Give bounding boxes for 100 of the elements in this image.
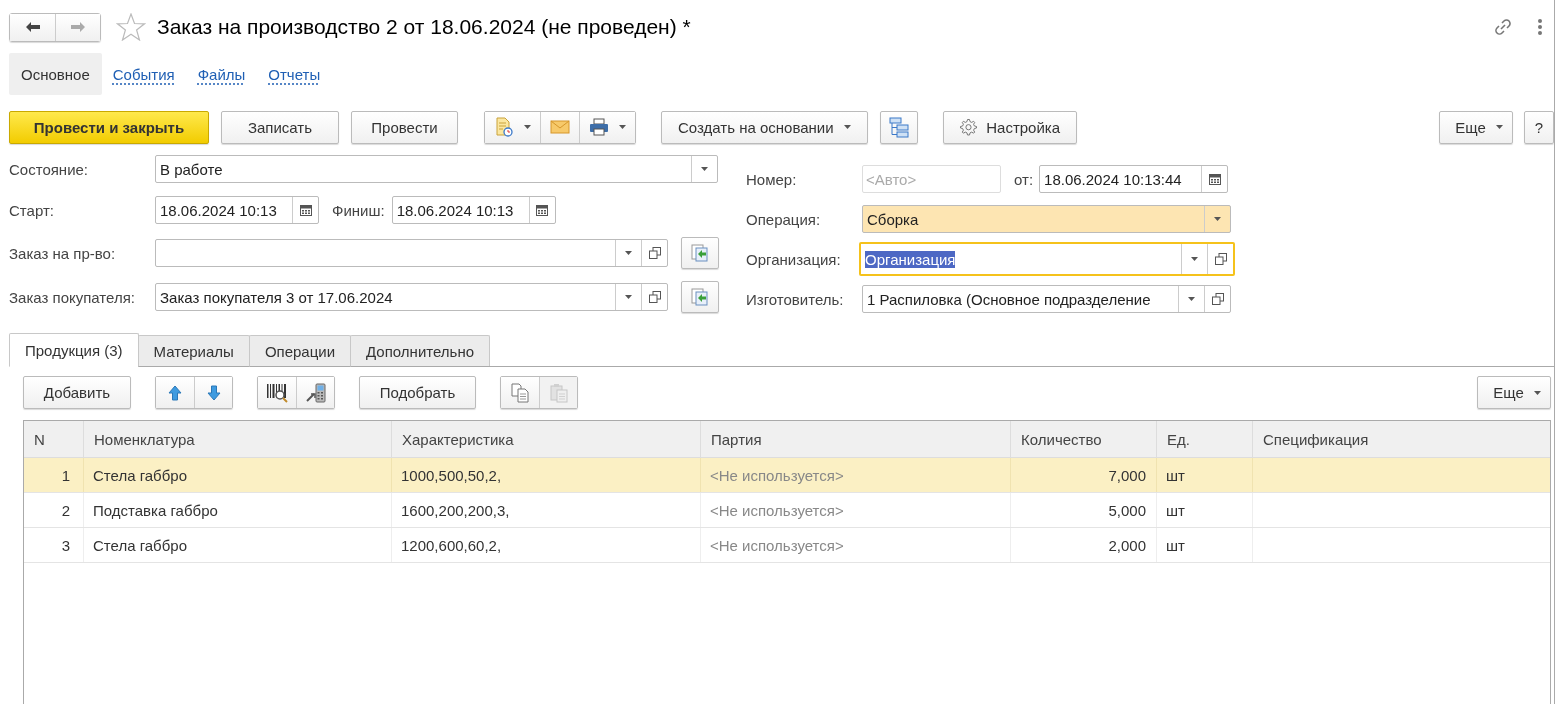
table-cell: 1200,600,60,2, [392,528,701,562]
envelope-icon [550,119,570,135]
back-arrow-icon [24,21,41,33]
caret-icon [843,125,851,129]
organization-select[interactable]: Организация [859,242,1235,276]
table-cell: 7,000 [1011,458,1157,492]
caret-icon [1191,257,1198,261]
tab[interactable]: Продукция (3) [9,333,139,367]
save-button[interactable]: Записать [221,110,339,144]
paste-icon [548,382,569,403]
section-link[interactable]: Основное [9,53,102,95]
calendar-icon [299,204,312,216]
fill-button[interactable] [681,281,719,313]
up-arrow-icon [168,384,182,401]
section-link[interactable]: Файлы [185,53,258,95]
document-clock-icon [494,117,514,137]
table-cell: 1000,500,50,2, [392,458,701,492]
caret-icon [1495,125,1503,129]
back-button[interactable] [10,13,55,41]
date-field[interactable]: 18.06.2024 10:13 [391,196,556,224]
manufacturer-select[interactable]: 1 Распиловка (Основное подразделение [862,285,1231,313]
window-title: Заказ на производство 2 от 18.06.2024 (не проведен) * [157,15,691,39]
column-header[interactable]: N [24,421,84,457]
column-header[interactable]: Характеристика [392,421,701,457]
scanner-button[interactable] [296,377,334,408]
customer-order-select[interactable]: Заказ покупателя 3 от 17.06.2024 [155,283,668,311]
move-down-button[interactable] [194,377,232,408]
caret-icon [625,295,632,299]
column-header[interactable]: Номенклатура [84,421,392,457]
caret-icon [1533,390,1541,395]
table-cell: 2 [24,493,84,527]
status-select[interactable]: В работе [155,155,718,183]
caret-icon [1188,297,1195,301]
open-window-icon [1214,253,1227,265]
more-button[interactable]: Еще [1439,110,1513,144]
post-button[interactable]: Провести [351,110,458,144]
add-button[interactable]: Добавить [23,376,131,409]
field-label: от: [1014,170,1034,188]
operation-select[interactable]: Сборка [862,205,1231,233]
barcode-search-button[interactable] [258,377,296,408]
column-header[interactable]: Спецификация [1253,421,1550,457]
number-field[interactable]: <Авто> [862,165,1001,193]
tab[interactable]: Материалы [137,335,250,367]
tab[interactable]: Дополнительно [350,335,490,367]
field-label: Изготовитель: [746,290,845,308]
table-cell: 5,000 [1011,493,1157,527]
field-label: Заказ на пр-во: [9,244,117,262]
field-label: Номер: [746,170,798,188]
date-field[interactable]: 18.06.2024 10:13 [155,196,319,224]
printer-icon [589,118,609,136]
help-button[interactable]: ? [1524,110,1554,144]
fill-button[interactable] [681,237,719,269]
table-cell: 3 [24,528,84,562]
table-cell: Стела габбро [84,458,392,492]
hierarchy-icon [887,116,910,138]
table-cell: шт [1157,528,1253,562]
field-label: Заказ покупателя: [9,288,136,306]
structure-button[interactable] [879,110,918,144]
barcode-magnifier-icon [266,382,288,403]
field-label: Состояние: [9,160,89,178]
copy-button[interactable] [501,377,539,408]
tab[interactable]: Операции [248,335,352,367]
calendar-icon [1208,173,1221,185]
table-cell: <Не используется> [701,458,1011,492]
section-link[interactable]: События [100,53,187,95]
table-cell: 1 [24,458,84,492]
create-based-on-button[interactable]: Создать на основании [661,110,868,144]
column-header[interactable]: Количество [1011,421,1157,457]
open-window-icon [1211,293,1224,305]
more-button[interactable]: Еще [1477,376,1551,409]
star-icon [116,13,146,41]
table-cell: <Не используется> [701,528,1011,562]
settings-button[interactable]: Настройка [942,110,1077,144]
table-row[interactable]: 2 Подставка габбро 1600,200,200,3, <Не используется> 5,000 шт [24,493,1550,528]
field-label: Финиш: [332,201,385,219]
column-header[interactable]: Ед. [1157,421,1253,457]
pick-button[interactable]: Подобрать [359,376,476,409]
document-arrow-icon [690,243,710,263]
field-label: Операция: [746,210,822,228]
open-window-icon [648,291,661,303]
forward-arrow-icon [70,21,86,33]
table-cell: шт [1157,458,1253,492]
column-header[interactable]: Партия [701,421,1011,457]
field-label: Организация: [746,250,842,268]
caret-icon [701,167,708,171]
table-cell: 2,000 [1011,528,1157,562]
table-row[interactable]: 3 Стела габбро 1200,600,60,2, <Не используется> 2,000 шт [24,528,1550,563]
email-button[interactable] [540,111,579,143]
report-button[interactable] [485,111,540,143]
calendar-icon [536,204,549,216]
caret-icon [524,125,531,129]
table-cell: <Не используется> [701,493,1011,527]
print-button[interactable] [579,111,635,143]
table-cell: 1600,200,200,3, [392,493,701,527]
date-field[interactable]: 18.06.2024 10:13:44 [1039,165,1229,193]
move-up-button[interactable] [156,377,194,408]
post-and-close-button[interactable]: Провести и закрыть [9,110,209,144]
section-link[interactable]: Отчеты [256,53,333,95]
down-arrow-icon [206,384,221,401]
table-row[interactable]: 1 Стела габбро 1000,500,50,2, <Не используется> 7,000 шт [24,458,1550,493]
